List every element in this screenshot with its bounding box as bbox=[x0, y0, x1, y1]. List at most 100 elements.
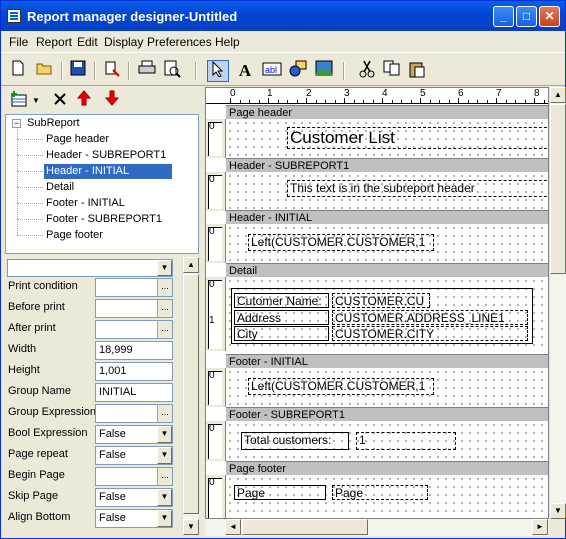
shape-icon[interactable] bbox=[287, 60, 309, 82]
band-area-page-header[interactable]: Customer List bbox=[226, 119, 548, 158]
band-title-footer-subreport1[interactable]: Footer - SUBREPORT1 bbox=[226, 407, 548, 421]
band-title-footer-initial[interactable]: Footer - INITIAL bbox=[226, 354, 548, 368]
page-label[interactable]: Page bbox=[234, 485, 326, 500]
band-area-footer-subreport1[interactable]: Total customers: 1 bbox=[226, 421, 548, 461]
move-up-icon[interactable] bbox=[73, 90, 95, 112]
title-label[interactable]: Customer List bbox=[287, 127, 548, 149]
add-band-dropdown-icon[interactable]: ▼ bbox=[30, 90, 42, 112]
scroll-right-icon[interactable]: ► bbox=[532, 519, 548, 535]
scroll-down-icon[interactable]: ▼ bbox=[183, 519, 199, 535]
band-title-page-header[interactable]: Page header bbox=[226, 105, 548, 119]
move-down-icon[interactable] bbox=[101, 90, 123, 112]
begin-page-field[interactable]: ... bbox=[95, 467, 173, 486]
ellipsis-button[interactable]: ... bbox=[157, 405, 172, 422]
properties-scrollbar[interactable]: ▲ ▼ bbox=[182, 257, 199, 535]
city-label[interactable]: City bbox=[234, 326, 329, 341]
band-area-detail[interactable]: Cutomer Name: Address City CUSTOMER.CU C… bbox=[226, 277, 548, 351]
band-area-header-initial[interactable]: Left(CUSTOMER.CUSTOMER,1 bbox=[226, 224, 548, 263]
initial-footer-expression-field[interactable]: Left(CUSTOMER.CUSTOMER,1 bbox=[248, 378, 434, 395]
before-print-field[interactable]: ... bbox=[95, 299, 173, 318]
save-icon[interactable] bbox=[67, 60, 89, 82]
address-field[interactable]: CUSTOMER.ADDRESS_LINE1 bbox=[332, 310, 528, 325]
initial-expression-field[interactable]: Left(CUSTOMER.CUSTOMER,1 bbox=[248, 234, 434, 251]
menu-preferences[interactable]: Preferences bbox=[147, 35, 212, 49]
open-icon[interactable] bbox=[34, 60, 56, 82]
band-area-header-subreport1[interactable]: This text is in the subreport header bbox=[226, 172, 548, 211]
report-structure-tree[interactable]: − SubReport Page header Header - SUBREPO… bbox=[5, 114, 199, 254]
ellipsis-button[interactable]: ... bbox=[157, 300, 172, 317]
cut-icon[interactable] bbox=[356, 60, 378, 82]
design-vertical-scrollbar[interactable]: ▲ ▼ bbox=[549, 87, 566, 519]
address-label[interactable]: Address bbox=[234, 310, 329, 325]
print-icon[interactable] bbox=[136, 60, 158, 82]
band-area-footer-initial[interactable]: Left(CUSTOMER.CUSTOMER,1 bbox=[226, 368, 548, 407]
page-number-field[interactable]: Page bbox=[332, 485, 428, 500]
scroll-up-icon[interactable]: ▲ bbox=[550, 87, 566, 103]
minimize-button[interactable]: _ bbox=[493, 6, 514, 27]
text-label-icon[interactable]: A bbox=[234, 60, 256, 82]
page-setup-icon[interactable] bbox=[101, 60, 123, 82]
page-repeat-select[interactable]: False ▼ bbox=[95, 446, 173, 465]
chevron-down-icon[interactable]: ▼ bbox=[157, 260, 172, 276]
print-preview-icon[interactable] bbox=[161, 60, 183, 82]
print-condition-field[interactable]: ... bbox=[95, 278, 173, 297]
tree-root-subreport[interactable]: SubReport bbox=[25, 116, 82, 131]
menu-help[interactable]: Help bbox=[215, 35, 240, 49]
scroll-down-icon[interactable]: ▼ bbox=[550, 503, 566, 519]
total-customers-field[interactable]: 1 bbox=[356, 432, 456, 450]
tree-item-detail[interactable]: Detail bbox=[44, 180, 76, 195]
after-print-field[interactable]: ... bbox=[95, 320, 173, 339]
design-horizontal-scrollbar[interactable]: ◄ ► bbox=[205, 519, 549, 536]
band-title-detail[interactable]: Detail bbox=[226, 263, 548, 277]
menu-display[interactable]: Display bbox=[104, 35, 143, 49]
chevron-down-icon[interactable]: ▼ bbox=[157, 510, 172, 527]
menu-edit[interactable]: Edit bbox=[77, 35, 98, 49]
tree-item-footer-initial[interactable]: Footer - INITIAL bbox=[44, 196, 127, 211]
align-bottom-select[interactable]: False ▼ bbox=[95, 509, 173, 528]
width-field[interactable]: 18,999 bbox=[95, 341, 173, 360]
maximize-button[interactable]: □ bbox=[516, 6, 537, 27]
paste-icon[interactable] bbox=[406, 60, 428, 82]
skip-page-select[interactable]: False ▼ bbox=[95, 488, 173, 507]
copy-icon[interactable] bbox=[381, 60, 403, 82]
band-title-header-initial[interactable]: Header - INITIAL bbox=[226, 210, 548, 224]
subreport-header-label[interactable]: This text is in the subreport header bbox=[287, 180, 548, 197]
total-customers-label[interactable]: Total customers: bbox=[241, 432, 349, 450]
group-expression-field[interactable]: ... bbox=[95, 404, 173, 423]
delete-icon[interactable] bbox=[49, 90, 71, 112]
new-icon[interactable] bbox=[7, 60, 29, 82]
customer-name-field[interactable]: CUSTOMER.CU bbox=[332, 293, 430, 308]
band-area-page-footer[interactable]: Page Page bbox=[226, 475, 548, 518]
scroll-left-icon[interactable]: ◄ bbox=[225, 519, 241, 535]
component-selector[interactable]: ▼ bbox=[7, 259, 173, 277]
city-field[interactable]: CUSTOMER.CITY bbox=[332, 326, 528, 341]
ellipsis-button[interactable]: ... bbox=[157, 321, 172, 338]
expression-icon[interactable]: abl bbox=[261, 60, 283, 82]
chevron-down-icon[interactable]: ▼ bbox=[157, 426, 172, 443]
image-icon[interactable] bbox=[313, 60, 335, 82]
customer-name-label[interactable]: Cutomer Name: bbox=[234, 293, 329, 308]
menu-file[interactable]: File bbox=[9, 35, 28, 49]
chevron-down-icon[interactable]: ▼ bbox=[157, 447, 172, 464]
group-name-field[interactable]: INITIAL bbox=[95, 383, 173, 402]
tree-item-page-header[interactable]: Page header bbox=[44, 132, 111, 147]
add-band-icon[interactable] bbox=[9, 90, 31, 112]
tree-item-header-initial[interactable]: Header - INITIAL bbox=[44, 164, 172, 179]
tree-item-page-footer[interactable]: Page footer bbox=[44, 228, 105, 243]
collapse-toggle[interactable]: − bbox=[12, 119, 21, 128]
tree-item-footer-subreport1[interactable]: Footer - SUBREPORT1 bbox=[44, 212, 164, 227]
select-arrow-icon[interactable] bbox=[207, 60, 229, 82]
scroll-up-icon[interactable]: ▲ bbox=[183, 257, 199, 273]
scroll-thumb[interactable] bbox=[183, 274, 199, 514]
scroll-thumb[interactable] bbox=[242, 519, 368, 535]
band-title-page-footer[interactable]: Page footer bbox=[226, 461, 548, 475]
menu-report[interactable]: Report bbox=[36, 35, 72, 49]
bool-expression-select[interactable]: False ▼ bbox=[95, 425, 173, 444]
height-field[interactable]: 1,001 bbox=[95, 362, 173, 381]
title-bar[interactable]: Report manager designer-Untitled _ □ ✕ bbox=[1, 1, 565, 31]
close-button[interactable]: ✕ bbox=[539, 6, 560, 27]
ellipsis-button[interactable]: ... bbox=[157, 468, 172, 485]
ellipsis-button[interactable]: ... bbox=[157, 279, 172, 296]
scroll-thumb[interactable] bbox=[550, 104, 566, 274]
chevron-down-icon[interactable]: ▼ bbox=[157, 489, 172, 506]
